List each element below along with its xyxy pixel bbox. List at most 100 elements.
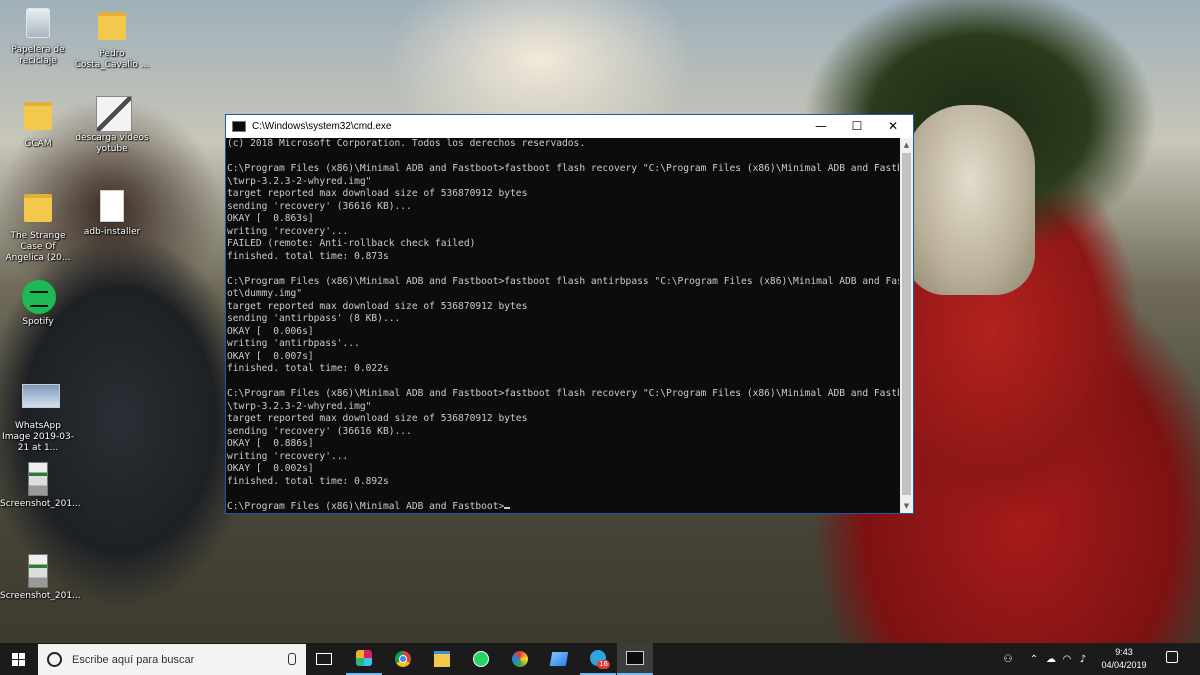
folder-icon: [98, 12, 126, 40]
whatsapp-icon: [473, 651, 489, 667]
taskbar-app-slack[interactable]: [346, 643, 382, 675]
console-line: \twrp-3.2.3-2-whyred.img": [227, 400, 372, 412]
wifi-icon[interactable]: ◠: [1060, 643, 1074, 675]
console-line: writing 'recovery'...: [227, 225, 349, 237]
desktop-icon-adb-installer[interactable]: adb-installer: [74, 188, 150, 238]
desktop-icon-recycle-bin[interactable]: Papelera de reciclaje: [0, 6, 76, 67]
paint-icon: [512, 651, 528, 667]
slack-icon: [356, 650, 372, 666]
desktop-icon-label: Screenshot_201...: [0, 499, 81, 509]
console-line: writing 'antirbpass'...: [227, 338, 360, 349]
file-explorer-icon: [434, 651, 450, 667]
close-button[interactable]: ✕: [875, 115, 911, 138]
people-icon[interactable]: ⚇: [996, 643, 1020, 675]
console-line: (c) 2018 Microsoft Corporation. Todos lo…: [227, 138, 586, 149]
console-line: finished. total time: 0.892s: [227, 475, 389, 487]
desktop-icon-pedro-folder[interactable]: Pedro Costa_Cavallo ...: [74, 6, 150, 71]
taskbar-app-cmd[interactable]: [617, 643, 653, 675]
clock-time: 9:43: [1115, 647, 1133, 657]
console-line: ot\dummy.img": [227, 288, 303, 299]
spotify-icon: [22, 280, 56, 314]
folder-icon: [24, 102, 52, 130]
console-line: C:\Program Files (x86)\Minimal ADB and F…: [227, 275, 899, 287]
desktop-icon-descarga-videos[interactable]: descarga videos yotube: [74, 96, 150, 155]
console-line: finished. total time: 0.022s: [227, 363, 389, 374]
console-line: sending 'antirbpass' (8 KB)...: [227, 313, 401, 324]
console-output[interactable]: (c) 2018 Microsoft Corporation. Todos lo…: [226, 138, 899, 513]
microphone-icon[interactable]: [288, 653, 296, 665]
start-button[interactable]: [0, 643, 38, 675]
console-line: finished. total time: 0.873s: [227, 250, 389, 262]
desktop-icon-whatsapp-image[interactable]: WhatsApp Image 2019-03-21 at 1...: [0, 378, 76, 454]
image-thumbnail-icon: [28, 554, 48, 588]
console-line: C:\Program Files (x86)\Minimal ADB and F…: [227, 501, 899, 514]
scrollbar-thumb[interactable]: [902, 153, 911, 495]
taskbar-app-paint[interactable]: [502, 643, 538, 675]
console-line: target reported max download size of 536…: [227, 413, 528, 424]
wallpaper-person: [905, 105, 1035, 295]
console-line: OKAY [ 0.007s]: [227, 350, 314, 362]
console-line: \twrp-3.2.3-2-whyred.img": [227, 175, 372, 187]
onedrive-cloud-icon[interactable]: ☁: [1044, 643, 1058, 675]
task-view-icon: [316, 653, 332, 665]
window-titlebar[interactable]: C:\Windows\system32\cmd.exe — ☐ ✕: [226, 115, 913, 138]
folder-icon: [24, 194, 52, 222]
taskbar-app-explorer[interactable]: [424, 643, 460, 675]
taskbar-app-notes[interactable]: [541, 643, 577, 675]
notification-badge: 16: [597, 660, 610, 669]
console-line: C:\Program Files (x86)\Minimal ADB and F…: [227, 163, 899, 174]
chrome-icon: [395, 651, 411, 667]
action-center-icon[interactable]: [1166, 651, 1178, 663]
system-clock[interactable]: 9:43 04/04/2019: [1092, 646, 1156, 672]
console-line: C:\Program Files (x86)\Minimal ADB and F…: [227, 388, 899, 399]
window-title: C:\Windows\system32\cmd.exe: [252, 121, 392, 132]
desktop-icon-spotify[interactable]: Spotify: [0, 280, 76, 328]
console-line: target reported max download size of 536…: [227, 188, 528, 199]
console-line: sending 'recovery' (36616 KB)...: [227, 200, 412, 212]
desktop-icon-label: GCAM: [24, 139, 52, 149]
console-line: OKAY [ 0.002s]: [227, 463, 314, 474]
cmd-window[interactable]: C:\Windows\system32\cmd.exe — ☐ ✕ (c) 20…: [225, 114, 914, 514]
desktop-icon-gcam[interactable]: GCAM: [0, 96, 76, 150]
search-placeholder: Escribe aquí para buscar: [72, 653, 195, 666]
desktop-icon-label: Screenshot_201...: [0, 591, 81, 601]
console-line: OKAY [ 0.006s]: [227, 325, 314, 337]
task-view-button[interactable]: [306, 643, 342, 675]
maximize-button[interactable]: ☐: [839, 115, 875, 138]
taskbar-app-whatsapp[interactable]: [463, 643, 499, 675]
console-line: OKAY [ 0.886s]: [227, 438, 314, 449]
vertical-scrollbar[interactable]: ▲ ▼: [900, 138, 913, 513]
console-line: target reported max download size of 536…: [227, 300, 528, 312]
image-thumbnail-icon: [28, 462, 48, 496]
console-line: OKAY [ 0.863s]: [227, 213, 314, 224]
desktop-icon-label: WhatsApp Image 2019-03-21 at 1...: [2, 421, 74, 453]
recycle-bin-icon: [26, 8, 50, 38]
volume-icon[interactable]: ♪: [1076, 643, 1090, 675]
desktop-icon-label: Spotify: [22, 317, 54, 327]
taskbar-app-telegram[interactable]: 16: [580, 643, 616, 675]
desktop-icon-screenshot-2[interactable]: Screenshot_201...: [0, 554, 81, 602]
console-line: FAILED (remote: Anti-rollback check fail…: [227, 238, 476, 249]
windows-logo-icon: [12, 653, 25, 666]
image-thumbnail-icon: [22, 384, 60, 408]
desktop-icon-label: descarga videos yotube: [75, 133, 149, 154]
desktop-icon-label: Pedro Costa_Cavallo ...: [74, 49, 150, 70]
notes-icon: [549, 652, 569, 666]
cmd-icon: [626, 651, 644, 665]
scroll-up-arrow-icon[interactable]: ▲: [900, 138, 913, 152]
desktop-icon-label: Papelera de reciclaje: [11, 45, 65, 66]
search-box[interactable]: Escribe aquí para buscar: [38, 644, 306, 675]
cortana-icon: [47, 652, 62, 667]
chevron-up-icon[interactable]: ⌃: [1026, 643, 1042, 675]
minimize-button[interactable]: —: [803, 115, 839, 138]
clock-date: 04/04/2019: [1101, 660, 1147, 670]
console-line: writing 'recovery'...: [227, 450, 349, 462]
desktop-icon-screenshot-1[interactable]: Screenshot_201...: [0, 462, 81, 510]
desktop-icon-strange-case[interactable]: The Strange Case Of Angelica (20...: [0, 188, 76, 264]
taskbar-app-chrome[interactable]: [385, 643, 421, 675]
scroll-down-arrow-icon[interactable]: ▼: [900, 499, 913, 513]
